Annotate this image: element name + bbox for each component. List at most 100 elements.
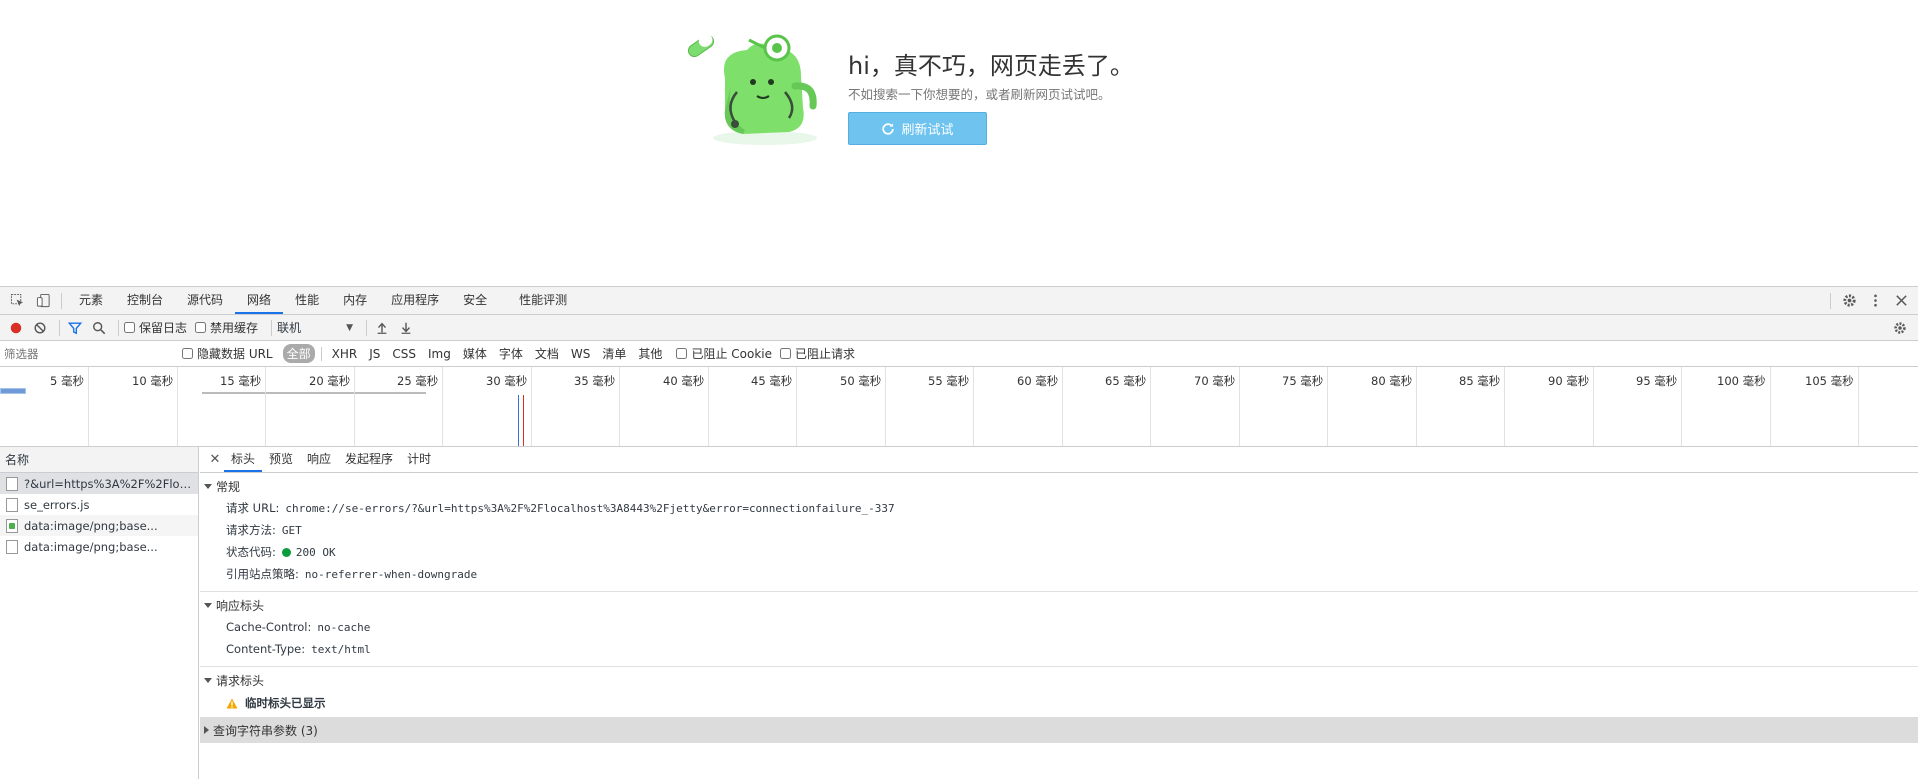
header-key: Cache-Control: [226, 620, 312, 634]
timeline-tick-label: 10 毫秒 [132, 374, 174, 388]
dropdown-arrow-icon: ▼ [346, 322, 354, 333]
expanded-triangle-icon [204, 602, 212, 608]
inspect-element-icon[interactable] [4, 288, 30, 314]
request-row[interactable]: se_errors.js [0, 494, 198, 515]
device-toolbar-icon[interactable] [30, 288, 56, 314]
record-icon[interactable] [6, 318, 26, 338]
request-row[interactable]: ?&url=https%3A%2F%2Flocal... [0, 473, 198, 494]
blocked-cookies-checkbox[interactable]: 已阻止 Cookie [676, 345, 772, 362]
timeline-tick-line [1681, 367, 1682, 446]
export-har-icon[interactable] [396, 318, 416, 338]
referrer-policy-row: 引用站点策略: no-referrer-when-downgrade [200, 563, 1918, 585]
devtools-panel: 元素 控制台 源代码 网络 性能 内存 应用程序 安全 性能评测 保留日志 禁用… [0, 286, 1918, 779]
blocked-requests-input[interactable] [779, 348, 791, 359]
tab-application[interactable]: 应用程序 [379, 287, 451, 314]
more-options-icon[interactable] [1862, 288, 1888, 314]
close-details-icon[interactable]: ✕ [206, 452, 224, 467]
tab-sources[interactable]: 源代码 [175, 287, 235, 314]
tab-response[interactable]: 响应 [300, 447, 338, 472]
request-method-value: GET [281, 523, 302, 537]
tab-network[interactable]: 网络 [235, 287, 284, 314]
filter-type-img[interactable]: Img [424, 346, 455, 362]
tab-performance[interactable]: 性能 [283, 287, 331, 314]
preserve-log-checkbox[interactable]: 保留日志 [124, 319, 187, 336]
document-file-icon [6, 476, 18, 491]
disable-cache-checkbox[interactable]: 禁用缓存 [195, 319, 258, 336]
timeline-tick-label: 15 毫秒 [220, 374, 262, 388]
tab-security[interactable]: 安全 [451, 287, 499, 314]
filter-input[interactable] [4, 344, 172, 363]
hide-data-urls-checkbox[interactable]: 隐藏数据 URL [182, 345, 273, 362]
referrer-policy-value: no-referrer-when-downgrade [304, 567, 478, 581]
close-devtools-icon[interactable] [1888, 288, 1914, 314]
request-row[interactable]: data:image/png;base... [0, 515, 198, 536]
filter-type-font[interactable]: 字体 [495, 344, 527, 363]
hide-data-urls-input[interactable] [182, 348, 193, 359]
name-column-header[interactable]: 名称 [0, 447, 198, 473]
blocked-requests-checkbox[interactable]: 已阻止请求 [779, 345, 855, 362]
tab-timing[interactable]: 计时 [400, 447, 438, 472]
detail-tabbar: ✕ 标头 预览 响应 发起程序 计时 [200, 447, 1918, 473]
timeline-tick-line [88, 367, 89, 446]
filter-type-doc[interactable]: 文档 [531, 344, 563, 363]
tab-lighthouse[interactable]: 性能评测 [507, 287, 579, 314]
filter-type-js[interactable]: JS [365, 346, 384, 362]
timeline-tick-label: 35 毫秒 [574, 374, 616, 388]
filter-icon[interactable] [65, 318, 85, 338]
warning-icon [226, 698, 238, 708]
filter-type-media[interactable]: 媒体 [459, 344, 491, 363]
blocked-cookies-input[interactable] [676, 348, 688, 359]
tab-initiator[interactable]: 发起程序 [338, 447, 400, 472]
timeline-tick-label: 30 毫秒 [486, 374, 528, 388]
collapsed-triangle-icon [204, 726, 209, 734]
network-settings-gear-icon[interactable] [1890, 318, 1910, 338]
preserve-log-input[interactable] [124, 322, 135, 333]
request-headers-title: 请求标头 [216, 673, 265, 688]
import-har-icon[interactable] [372, 318, 392, 338]
network-overview-timeline[interactable]: 5 毫秒 10 毫秒 15 毫秒 20 毫秒 25 毫秒 30 毫秒 35 毫秒 40 毫秒 4… [0, 367, 1918, 447]
tab-console[interactable]: 控制台 [115, 287, 175, 314]
disable-cache-input[interactable] [195, 322, 207, 333]
divider [320, 346, 322, 361]
tab-preview[interactable]: 预览 [262, 447, 300, 472]
filter-type-manifest[interactable]: 清单 [598, 344, 630, 363]
timeline-tick-label: 70 毫秒 [1194, 374, 1236, 388]
filter-type-other[interactable]: 其他 [634, 344, 666, 363]
response-header-row: Content-Type: text/html [200, 638, 1918, 660]
refresh-button[interactable]: 刷新试试 [848, 112, 987, 145]
timeline-tick-label: 75 毫秒 [1282, 374, 1324, 388]
request-url-row: 请求 URL: chrome://se-errors/?&url=https%3… [200, 497, 1918, 519]
image-file-icon [6, 539, 18, 554]
divider [61, 292, 62, 309]
request-headers-section: 请求标头 临时标头已显示 [200, 667, 1918, 715]
divider [59, 319, 60, 336]
refresh-icon [882, 122, 895, 135]
settings-gear-icon[interactable] [1836, 288, 1862, 314]
response-headers-header[interactable]: 响应标头 [200, 594, 1918, 616]
error-subtitle: 不如搜索一下你想要的，或者刷新网页试试吧。 [848, 87, 1111, 102]
timeline-tick-label: 90 毫秒 [1548, 374, 1590, 388]
timeline-tick-label: 55 毫秒 [928, 374, 970, 388]
search-icon[interactable] [89, 318, 109, 338]
tab-headers[interactable]: 标头 [224, 447, 263, 472]
clear-icon[interactable] [30, 318, 50, 338]
disable-cache-label: 禁用缓存 [210, 321, 259, 335]
response-headers-section: 响应标头 Cache-Control: no-cache Content-Typ… [200, 592, 1918, 667]
timeline-tick-label: 5 毫秒 [50, 374, 84, 388]
timeline-tick-line [1504, 367, 1505, 446]
blocked-requests-label: 已阻止请求 [794, 347, 855, 361]
filter-type-all[interactable]: 全部 [282, 344, 315, 363]
provisional-headers-warning: 临时标头已显示 [200, 691, 1918, 715]
request-row[interactable]: data:image/png;base... [0, 536, 198, 557]
filter-type-css[interactable]: CSS [388, 346, 420, 362]
filter-type-ws[interactable]: WS [567, 346, 594, 362]
filter-type-xhr[interactable]: XHR [328, 346, 362, 362]
query-params-section[interactable]: 查询字符串参数 (3) [200, 717, 1918, 743]
general-section-header[interactable]: 常规 [200, 475, 1918, 497]
timeline-tick-line [1327, 367, 1328, 446]
lost-mascot-illustration [687, 33, 817, 145]
tab-memory[interactable]: 内存 [331, 287, 379, 314]
request-headers-header[interactable]: 请求标头 [200, 669, 1918, 691]
tab-elements[interactable]: 元素 [67, 287, 115, 314]
throttling-select[interactable]: 联机 ▼ [277, 319, 353, 336]
